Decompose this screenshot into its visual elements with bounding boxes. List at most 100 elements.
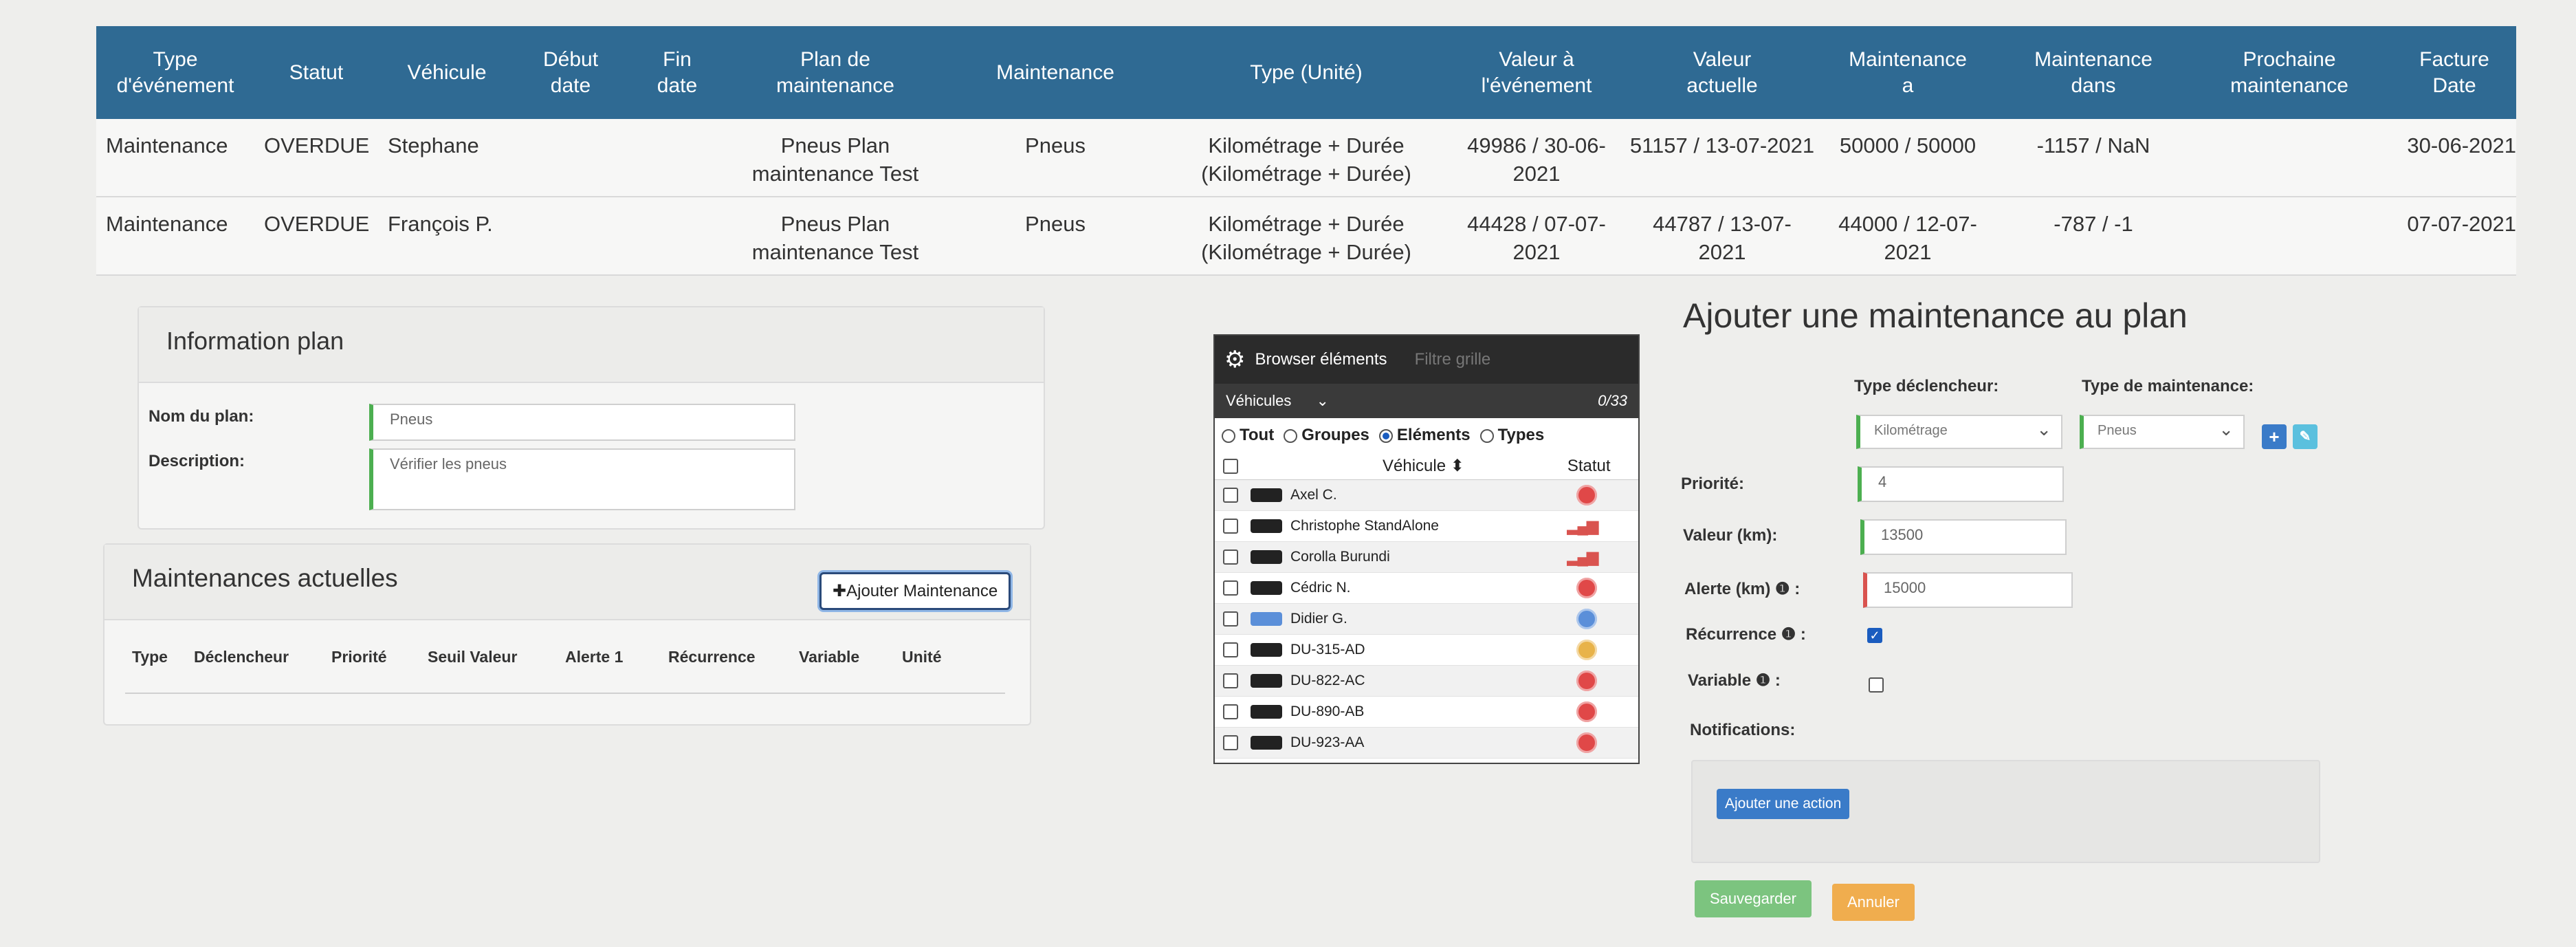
events-table: Type d'événement Statut Véhicule Début date… — [96, 26, 2516, 276]
trigger-type-select[interactable]: Kilométrage — [1856, 415, 2062, 449]
browser-row[interactable]: DU-923-AA — [1215, 728, 1638, 759]
events-header-cell[interactable]: Véhicule — [378, 60, 516, 86]
vehicle-icon — [1251, 550, 1282, 564]
event-cell: -1157 / NaN — [2036, 133, 2150, 157]
events-header-cell[interactable]: Maintenance — [942, 60, 1169, 86]
maintenance-type-select[interactable]: Pneus — [2080, 415, 2245, 449]
status-icon — [1576, 671, 1597, 691]
gear-icon[interactable]: ⚙ — [1224, 346, 1245, 373]
maintenance-column-header: Type — [132, 648, 168, 666]
chevron-down-icon: ⌄ — [1316, 392, 1329, 409]
event-cell: 44000 / 12-07-2021 — [1838, 212, 1977, 264]
browser-row[interactable]: Corolla Burundi ▂▄▆ — [1215, 542, 1638, 573]
group-select[interactable]: Véhicules ⌄ — [1226, 392, 1329, 410]
radio-option[interactable]: Groupes — [1284, 426, 1369, 445]
recurrence-checkbox[interactable]: ✓ — [1867, 628, 1882, 643]
browser-header: ⚙ Browser éléments Filtre grille — [1215, 336, 1638, 384]
vehicle-icon — [1251, 674, 1282, 688]
add-maintenance-button[interactable]: ✚Ajouter Maintenance — [819, 572, 1011, 610]
events-header-cell[interactable]: Maintenance dans — [2001, 47, 2186, 99]
row-checkbox[interactable] — [1223, 611, 1238, 627]
event-cell: Kilométrage + Durée (Kilométrage + Durée… — [1201, 212, 1411, 264]
vehicle-name: Corolla Burundi — [1290, 549, 1390, 565]
events-header-cell[interactable]: Facture Date — [2392, 47, 2516, 99]
browser-row[interactable]: Cédric N. — [1215, 573, 1638, 604]
status-icon — [1576, 732, 1597, 753]
radio-button[interactable] — [1378, 428, 1393, 443]
events-header-cell[interactable]: Valeur actuelle — [1629, 47, 1815, 99]
status-icon — [1576, 609, 1597, 629]
events-header-cell[interactable]: Début date — [516, 47, 626, 99]
event-cell — [2186, 131, 2392, 188]
value-km-field[interactable]: 13500 — [1860, 519, 2067, 555]
radio-label: Groupes — [1301, 426, 1369, 444]
row-checkbox[interactable] — [1223, 519, 1238, 534]
browser-title: Browser éléments — [1255, 350, 1387, 369]
browser-row[interactable]: Didier G. — [1215, 604, 1638, 635]
vehicle-name: Cédric N. — [1290, 580, 1351, 596]
maintenance-columns: Type Déclencheur Priorité Seuil Valeur Alert… — [132, 648, 984, 666]
row-checkbox[interactable] — [1223, 488, 1238, 503]
event-cell: 50000 / 50000 — [1839, 133, 1977, 157]
radio-label: Types — [1497, 426, 1545, 444]
save-button[interactable]: Sauvegarder — [1695, 880, 1812, 917]
row-checkbox[interactable] — [1223, 735, 1238, 750]
event-cell: Kilométrage + Durée (Kilométrage + Durée… — [1201, 133, 1411, 186]
description-field[interactable]: Vérifier les pneus — [369, 448, 795, 510]
radio-button[interactable] — [1284, 428, 1298, 443]
signal-icon: ▂▄▆ — [1567, 548, 1598, 565]
row-checkbox[interactable] — [1223, 549, 1238, 565]
browser-group-bar[interactable]: Véhicules ⌄ 0/33 — [1215, 384, 1638, 418]
vehicle-icon — [1251, 581, 1282, 595]
browser-row[interactable]: DU-315-AD — [1215, 635, 1638, 666]
radio-option[interactable]: Types — [1479, 426, 1545, 445]
events-header-cell[interactable]: Valeur à l'événement — [1444, 47, 1629, 99]
events-header-cell[interactable]: Plan de maintenance — [729, 47, 942, 99]
browser-row[interactable]: Axel C. — [1215, 480, 1638, 511]
add-type-button[interactable]: + — [2262, 424, 2287, 449]
event-row[interactable]: Maintenance OVERDUE François P. Pneus Plan … — [96, 197, 2516, 276]
radio-button[interactable] — [1222, 428, 1235, 443]
vehicle-name: Christophe StandAlone — [1290, 518, 1439, 534]
browser-row[interactable]: Christophe StandAlone ▂▄▆ — [1215, 511, 1638, 542]
event-cell: Pneus Plan maintenance Test — [751, 212, 919, 264]
browser-table-header: Véhicule ⬍ Statut — [1215, 453, 1638, 480]
vehicle-column-header[interactable]: Véhicule ⬍ — [1383, 456, 1464, 476]
events-header-cell[interactable]: Type (Unité) — [1169, 60, 1444, 86]
maintenance-column-header: Alerte 1 — [565, 648, 624, 666]
events-header-cell[interactable]: Maintenance a — [1815, 47, 2001, 99]
row-checkbox[interactable] — [1223, 673, 1238, 688]
add-maintenance-title: Ajouter une maintenance au plan — [1683, 296, 2188, 335]
filter-input[interactable]: Filtre grille — [1415, 350, 1491, 369]
events-header-cell[interactable]: Fin date — [626, 47, 729, 99]
radio-option[interactable]: Tout — [1222, 426, 1274, 445]
row-checkbox[interactable] — [1223, 580, 1238, 596]
row-checkbox[interactable] — [1223, 704, 1238, 719]
plan-name-field[interactable]: Pneus — [369, 404, 795, 441]
row-checkbox[interactable] — [1223, 642, 1238, 657]
events-header-cell[interactable]: Type d'événement — [96, 47, 254, 99]
value-km-label: Valeur (km): — [1683, 526, 1778, 545]
alert-km-field[interactable]: 15000 — [1863, 572, 2073, 608]
select-all-checkbox[interactable] — [1223, 458, 1238, 474]
events-header-cell[interactable]: Prochaine maintenance — [2186, 47, 2392, 99]
add-action-button[interactable]: Ajouter une action — [1717, 789, 1850, 819]
event-cell: OVERDUE — [264, 133, 370, 157]
cancel-button[interactable]: Annuler — [1832, 884, 1915, 921]
group-label: Véhicules — [1226, 392, 1292, 409]
events-header-cell[interactable]: Statut — [254, 60, 378, 86]
radio-button[interactable] — [1479, 428, 1494, 443]
priority-field[interactable]: 4 — [1858, 466, 2064, 502]
status-icon — [1576, 485, 1597, 505]
variable-checkbox[interactable] — [1869, 677, 1884, 693]
status-icon — [1576, 578, 1597, 598]
status-column-header[interactable]: Statut — [1567, 457, 1611, 476]
browser-row[interactable]: DU-822-AC — [1215, 666, 1638, 697]
event-row[interactable]: Maintenance OVERDUE Stephane Pneus Plan mai… — [96, 119, 2516, 197]
edit-type-button[interactable]: ✎ — [2293, 424, 2318, 449]
radio-option[interactable]: Eléments — [1378, 426, 1471, 445]
vehicle-name: DU-822-AC — [1290, 673, 1365, 688]
vehicle-icon — [1251, 612, 1282, 626]
status-icon — [1576, 640, 1597, 660]
browser-row[interactable]: DU-890-AB — [1215, 697, 1638, 728]
